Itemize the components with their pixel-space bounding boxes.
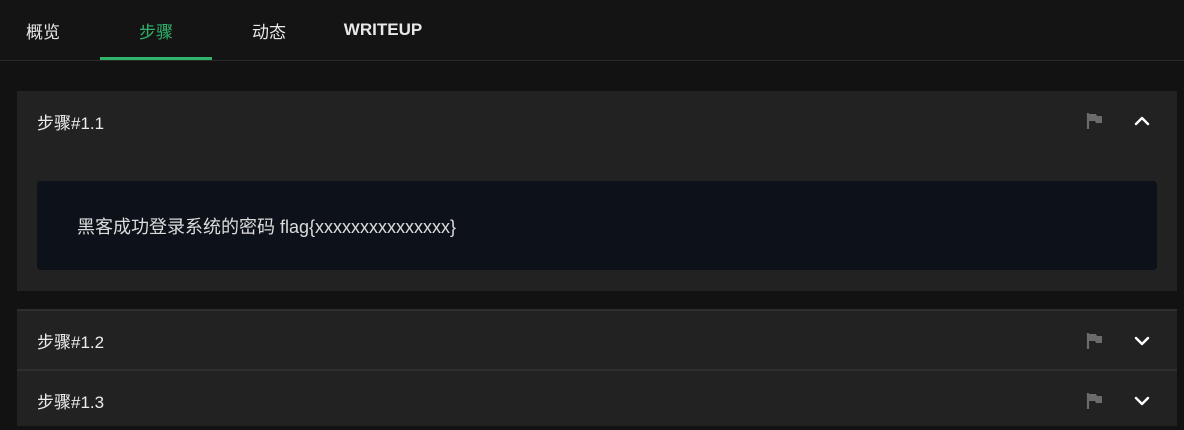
step-header-1-2[interactable]: 步骤#1.2	[17, 311, 1177, 370]
flag-icon[interactable]	[1085, 391, 1105, 411]
tab-overview[interactable]: 概览	[14, 0, 72, 60]
flag-icon[interactable]	[1085, 331, 1105, 351]
step-title: 步骤#1.3	[37, 393, 105, 412]
chevron-down-icon[interactable]	[1131, 390, 1153, 412]
tab-bar: 概览 步骤 动态 WRITEUP	[0, 0, 1184, 61]
step-title: 步骤#1.1	[37, 113, 105, 133]
tab-activity[interactable]: 动态	[240, 0, 298, 60]
step-header-1-1[interactable]: 步骤#1.1	[17, 91, 1177, 151]
step-header-1-3[interactable]: 步骤#1.3	[17, 371, 1177, 430]
tab-steps[interactable]: 步骤	[100, 0, 212, 60]
step-panel-1-2: 步骤#1.2	[17, 309, 1177, 370]
step-content-text: 黑客成功登录系统的密码 flag{xxxxxxxxxxxxxxx}	[77, 216, 457, 237]
chevron-up-icon[interactable]	[1131, 110, 1153, 132]
step-panel-1-1: 步骤#1.1 黑客成功登录系统的密码 flag{xxxxxxxxxxxxxxx}	[17, 91, 1177, 291]
step-title: 步骤#1.2	[37, 333, 105, 352]
tab-writeup[interactable]: WRITEUP	[334, 0, 432, 60]
chevron-down-icon[interactable]	[1131, 330, 1153, 352]
step-panel-1-3: 步骤#1.3	[17, 369, 1177, 426]
flag-icon[interactable]	[1085, 111, 1105, 131]
step-content-box: 黑客成功登录系统的密码 flag{xxxxxxxxxxxxxxx}	[37, 181, 1157, 270]
